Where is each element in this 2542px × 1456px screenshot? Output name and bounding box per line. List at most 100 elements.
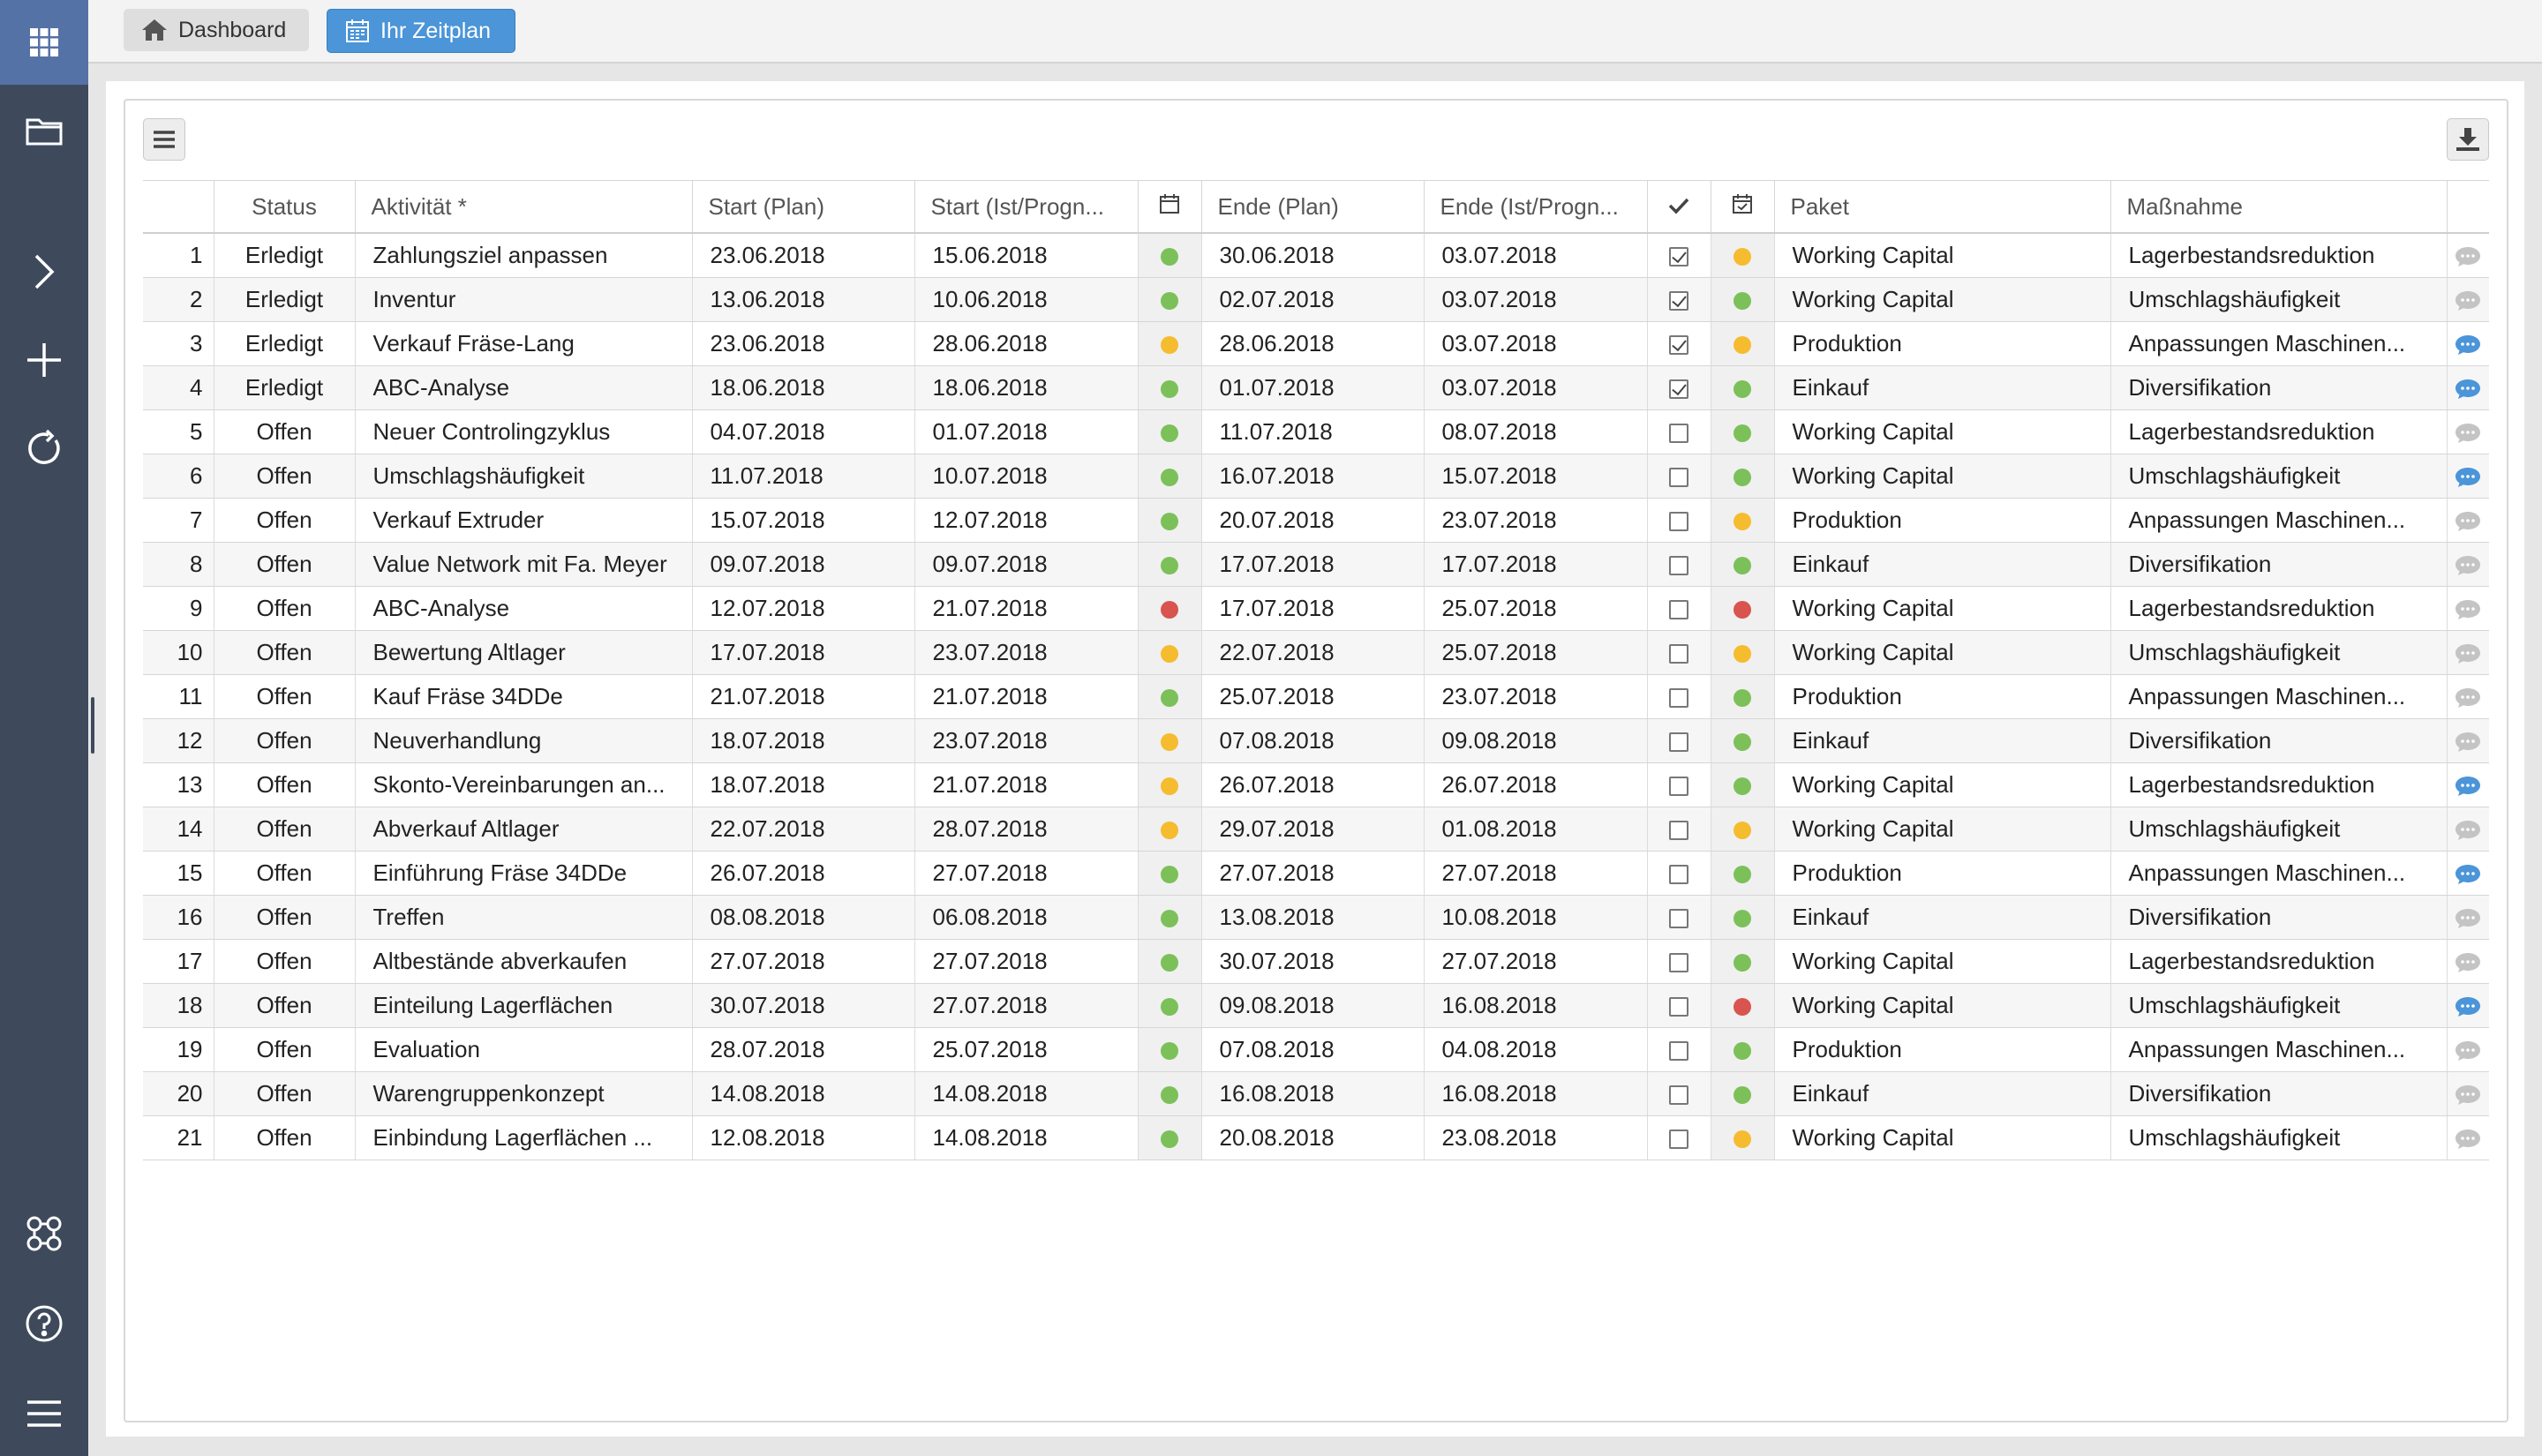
end-plan-cell[interactable]: 17.07.2018 (1200, 586, 1424, 631)
start-actual-cell[interactable]: 12.07.2018 (914, 498, 1138, 543)
table-row[interactable]: 18 Offen Einteilung Lagerflächen 30.07.2018… (143, 983, 2489, 1028)
activity-cell[interactable]: Einbindung Lagerflächen ... (354, 1115, 692, 1160)
package-link[interactable]: Einkauf (1773, 1071, 2110, 1116)
status-cell[interactable]: Offen (213, 895, 355, 940)
done-checkbox[interactable] (1669, 247, 1688, 267)
status-cell[interactable]: Offen (213, 498, 355, 543)
start-actual-cell[interactable]: 15.06.2018 (914, 233, 1138, 278)
activity-cell[interactable]: Inventur (354, 277, 692, 322)
status-cell[interactable]: Offen (213, 718, 355, 763)
comment-bubble-icon[interactable] (2454, 245, 2482, 268)
start-actual-cell[interactable]: 28.07.2018 (914, 807, 1138, 852)
header-end-calendar[interactable] (1710, 180, 1774, 234)
package-link[interactable]: Produktion (1773, 674, 2110, 719)
status-cell[interactable]: Offen (213, 586, 355, 631)
status-cell[interactable]: Offen (213, 1115, 355, 1160)
start-plan-cell[interactable]: 12.07.2018 (691, 586, 914, 631)
package-link[interactable]: Working Capital (1773, 454, 2110, 499)
measure-link[interactable]: Lagerbestandsreduktion (2110, 939, 2447, 984)
done-checkbox[interactable] (1669, 644, 1688, 664)
package-link[interactable]: Einkauf (1773, 365, 2110, 410)
end-plan-cell[interactable]: 07.08.2018 (1200, 1027, 1424, 1072)
status-cell[interactable]: Offen (213, 762, 355, 807)
end-plan-cell[interactable]: 22.07.2018 (1200, 630, 1424, 675)
done-checkbox[interactable] (1669, 865, 1688, 885)
table-row[interactable]: 4 Erledigt ABC-Analyse 18.06.2018 18.06.2018… (143, 365, 2489, 410)
comment-bubble-icon[interactable] (2454, 1039, 2482, 1062)
activity-cell[interactable]: Skonto-Vereinbarungen an... (354, 762, 692, 807)
end-plan-cell[interactable]: 20.07.2018 (1200, 498, 1424, 543)
measure-link[interactable]: Anpassungen Maschinen... (2110, 674, 2447, 719)
sidebar-resize-handle[interactable] (91, 697, 94, 754)
status-cell[interactable]: Offen (213, 983, 355, 1028)
end-actual-cell[interactable]: 09.08.2018 (1423, 718, 1647, 763)
end-plan-cell[interactable]: 27.07.2018 (1200, 851, 1424, 896)
done-checkbox[interactable] (1669, 379, 1688, 400)
table-row[interactable]: 20 Offen Warengruppenkonzept 14.08.2018 14.0… (143, 1071, 2489, 1116)
done-checkbox[interactable] (1669, 732, 1688, 753)
header-end-plan[interactable]: Ende (Plan) (1200, 180, 1424, 234)
end-plan-cell[interactable]: 07.08.2018 (1200, 718, 1424, 763)
measure-link[interactable]: Anpassungen Maschinen... (2110, 498, 2447, 543)
end-actual-cell[interactable]: 03.07.2018 (1423, 365, 1647, 410)
header-start-plan[interactable]: Start (Plan) (691, 180, 914, 234)
package-link[interactable]: Working Capital (1773, 807, 2110, 852)
end-actual-cell[interactable]: 03.07.2018 (1423, 277, 1647, 322)
end-actual-cell[interactable]: 27.07.2018 (1423, 939, 1647, 984)
breadcrumb-dashboard[interactable]: Dashboard (124, 9, 309, 51)
status-cell[interactable]: Offen (213, 851, 355, 896)
network-icon[interactable] (0, 1191, 88, 1276)
end-actual-cell[interactable]: 15.07.2018 (1423, 454, 1647, 499)
table-row[interactable]: 16 Offen Treffen 08.08.2018 06.08.2018 13.08.… (143, 895, 2489, 940)
end-actual-cell[interactable]: 16.08.2018 (1423, 1071, 1647, 1116)
start-actual-cell[interactable]: 21.07.2018 (914, 762, 1138, 807)
comment-bubble-icon[interactable] (2454, 819, 2482, 842)
start-plan-cell[interactable]: 09.07.2018 (691, 542, 914, 587)
package-link[interactable]: Einkauf (1773, 895, 2110, 940)
start-actual-cell[interactable]: 25.07.2018 (914, 1027, 1138, 1072)
comment-bubble-icon[interactable] (2454, 466, 2482, 489)
status-cell[interactable]: Offen (213, 1071, 355, 1116)
table-row[interactable]: 3 Erledigt Verkauf Fräse-Lang 23.06.2018 28.… (143, 321, 2489, 366)
download-button[interactable] (2447, 118, 2489, 161)
end-plan-cell[interactable]: 30.06.2018 (1200, 233, 1424, 278)
measure-link[interactable]: Umschlagshäufigkeit (2110, 630, 2447, 675)
package-link[interactable]: Einkauf (1773, 542, 2110, 587)
end-actual-cell[interactable]: 10.08.2018 (1423, 895, 1647, 940)
activity-cell[interactable]: ABC-Analyse (354, 586, 692, 631)
activity-cell[interactable]: Neuverhandlung (354, 718, 692, 763)
table-row[interactable]: 12 Offen Neuverhandlung 18.07.2018 23.07.201… (143, 718, 2489, 763)
end-plan-cell[interactable]: 01.07.2018 (1200, 365, 1424, 410)
package-link[interactable]: Working Capital (1773, 586, 2110, 631)
activity-cell[interactable]: Kauf Fräse 34DDe (354, 674, 692, 719)
measure-link[interactable]: Diversifikation (2110, 895, 2447, 940)
start-actual-cell[interactable]: 27.07.2018 (914, 851, 1138, 896)
status-cell[interactable]: Erledigt (213, 321, 355, 366)
end-plan-cell[interactable]: 16.08.2018 (1200, 1071, 1424, 1116)
end-actual-cell[interactable]: 16.08.2018 (1423, 983, 1647, 1028)
comment-bubble-icon[interactable] (2454, 687, 2482, 709)
start-plan-cell[interactable]: 08.08.2018 (691, 895, 914, 940)
measure-link[interactable]: Diversifikation (2110, 718, 2447, 763)
start-plan-cell[interactable]: 17.07.2018 (691, 630, 914, 675)
start-actual-cell[interactable]: 14.08.2018 (914, 1071, 1138, 1116)
activity-cell[interactable]: Verkauf Fräse-Lang (354, 321, 692, 366)
measure-link[interactable]: Lagerbestandsreduktion (2110, 233, 2447, 278)
end-actual-cell[interactable]: 23.07.2018 (1423, 674, 1647, 719)
package-link[interactable]: Working Capital (1773, 939, 2110, 984)
measure-link[interactable]: Umschlagshäufigkeit (2110, 1115, 2447, 1160)
table-row[interactable]: 2 Erledigt Inventur 13.06.2018 10.06.2018 02.… (143, 277, 2489, 322)
status-cell[interactable]: Erledigt (213, 233, 355, 278)
header-package[interactable]: Paket (1773, 180, 2110, 234)
comment-bubble-icon[interactable] (2454, 995, 2482, 1018)
measure-link[interactable]: Umschlagshäufigkeit (2110, 454, 2447, 499)
done-checkbox[interactable] (1669, 953, 1688, 973)
start-plan-cell[interactable]: 23.06.2018 (691, 233, 914, 278)
grid-menu-button[interactable] (143, 118, 185, 161)
end-plan-cell[interactable]: 02.07.2018 (1200, 277, 1424, 322)
done-checkbox[interactable] (1669, 997, 1688, 1017)
activity-cell[interactable]: ABC-Analyse (354, 365, 692, 410)
start-plan-cell[interactable]: 04.07.2018 (691, 409, 914, 454)
start-plan-cell[interactable]: 14.08.2018 (691, 1071, 914, 1116)
end-plan-cell[interactable]: 13.08.2018 (1200, 895, 1424, 940)
